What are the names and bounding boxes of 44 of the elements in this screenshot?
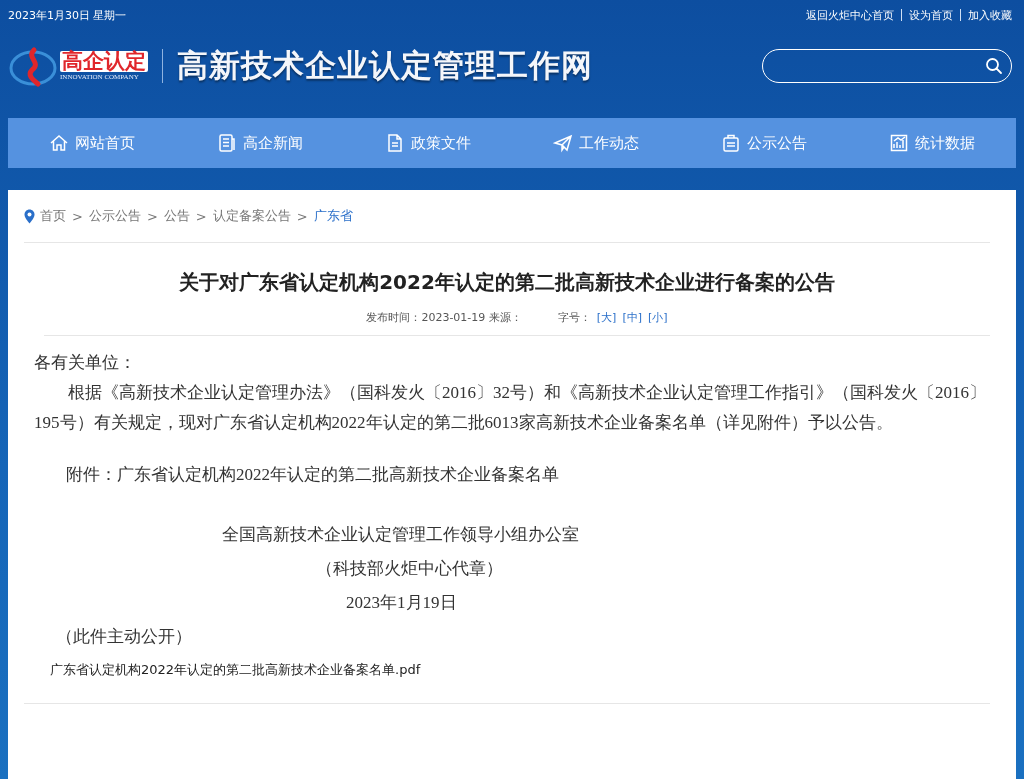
breadcrumb-separator: >	[146, 208, 158, 224]
breadcrumb-link[interactable]: 广东省	[313, 207, 353, 225]
attachment-link[interactable]: 广东省认定机构2022年认定的第二批高新技术企业备案名单.pdf	[50, 655, 421, 685]
article-title: 关于对广东省认定机构2022年认定的第二批高新技术企业进行备案的公告	[178, 269, 836, 296]
date-text: 2023年1月19日	[345, 592, 458, 614]
search-icon[interactable]	[985, 57, 1003, 75]
breadcrumb-link[interactable]: 认定备案公告	[212, 207, 291, 225]
top-link[interactable]: 设为首页	[909, 7, 953, 23]
attachment-text: 附件：广东省认定机构2022年认定的第二批高新技术企业备案名单	[65, 464, 560, 486]
breadcrumb-link[interactable]: 首页	[40, 207, 66, 225]
location-pin-icon	[24, 208, 35, 224]
logo-text: 高企认定	[60, 51, 148, 72]
note-text: （此件主动公开）	[55, 626, 193, 648]
signature-text: 全国高新技术企业认定管理工作领导小组办公室	[221, 524, 580, 546]
font-size-link[interactable]: [大]	[596, 310, 617, 325]
site-title: 高新技术企业认定管理工作网	[177, 46, 593, 85]
paper-plane-icon	[553, 133, 573, 153]
nav-item[interactable]: 高企新闻	[217, 133, 303, 153]
body-paragraph: 根据《高新技术企业认定管理办法》（国科发火〔2016〕32号）和《高新技术企业认定管理工作指引》（国科发火〔2016〕195号）有关规定，现对广东省认定机构2022年认定的第二批6013家高新技术企业备案名单（详见附件）予以公告。	[34, 382, 987, 434]
breadcrumb-link[interactable]: 公示公告	[88, 207, 141, 225]
document-icon	[217, 133, 237, 153]
top-link[interactable]: 加入收藏	[968, 7, 1012, 23]
nav-item[interactable]: 政策文件	[385, 133, 471, 153]
breadcrumb-separator: >	[72, 208, 83, 224]
font-size-link[interactable]: [小]	[648, 310, 668, 325]
top-link[interactable]: 返回火炬中心首页	[806, 7, 894, 23]
seal-text: （科技部火炬中心代章）	[315, 558, 504, 580]
breadcrumb-separator: >	[296, 208, 308, 224]
font-size-link[interactable]: [中]	[622, 310, 642, 325]
salutation-text: 各有关单位：	[34, 352, 137, 374]
nav-item[interactable]: 统计数据	[889, 133, 975, 153]
publish-info: 发布时间：2023-01-19 来源：	[366, 310, 522, 325]
breadcrumb-link[interactable]: 公告	[163, 207, 190, 225]
font-size-label: 字号：	[557, 310, 591, 325]
nav-item[interactable]: 公示公告	[721, 133, 807, 153]
logo-icon	[8, 44, 58, 88]
nav-item[interactable]: 工作动态	[553, 133, 639, 153]
nav-item[interactable]: 网站首页	[49, 133, 135, 153]
clipboard-icon	[721, 133, 741, 153]
home-icon	[49, 133, 69, 153]
date-text: 2023年1月30日 星期一	[8, 7, 127, 23]
chart-icon	[889, 133, 909, 153]
file-icon	[385, 133, 405, 153]
breadcrumb-separator: >	[195, 208, 207, 224]
